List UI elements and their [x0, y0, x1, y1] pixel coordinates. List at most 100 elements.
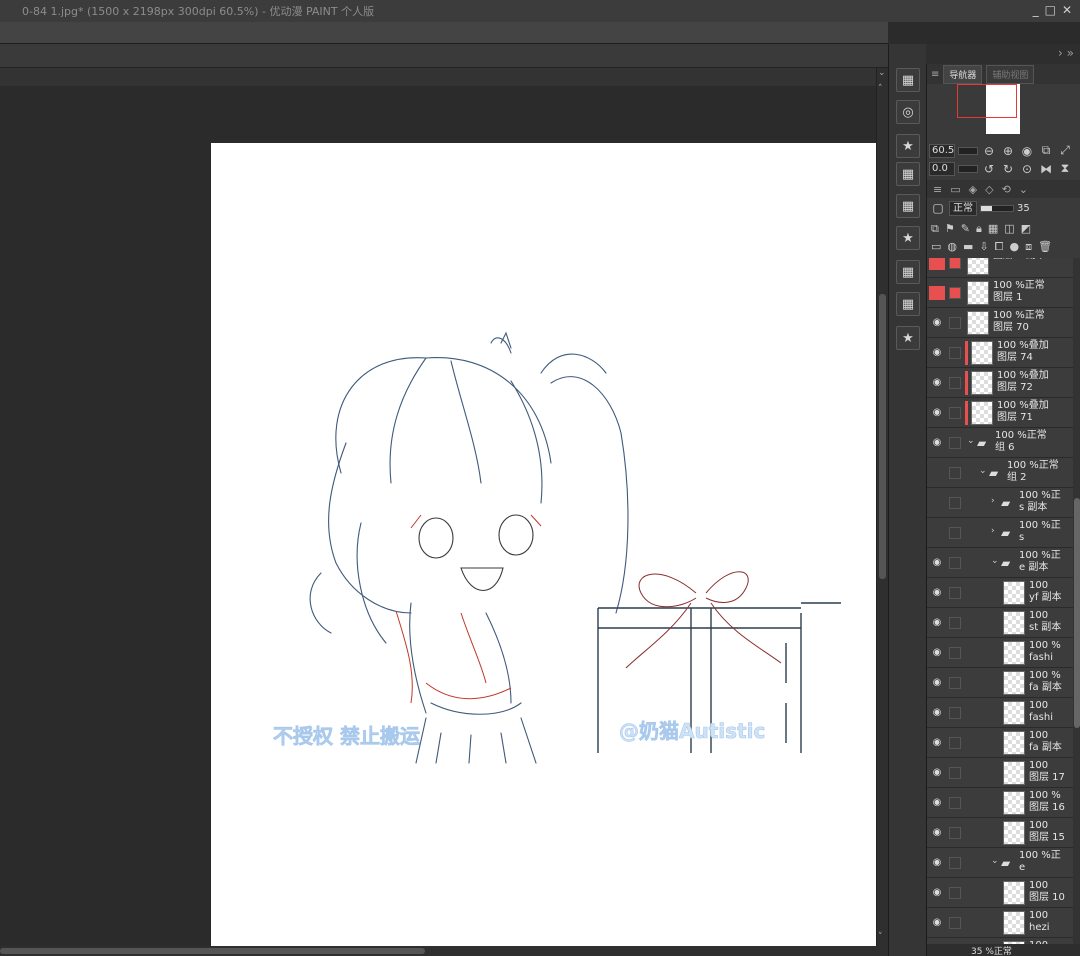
lock-icon[interactable]: 🔒︎ [976, 222, 982, 236]
grid-icon[interactable]: ▦ [896, 194, 920, 218]
visibility-eye-icon[interactable]: ◉ [929, 826, 945, 840]
mask-icon[interactable]: ◫ [1004, 222, 1014, 236]
layer-folder-row[interactable]: ⌄ ▰ 100 %正常组 2 [927, 458, 1073, 488]
layer-row[interactable]: ◉ 100 % fa 副本 [927, 668, 1073, 698]
visibility-eye-icon[interactable]: ◉ [929, 346, 945, 360]
rotate-slider[interactable] [958, 164, 978, 173]
scrollbar-thumb[interactable] [879, 294, 886, 579]
reference-icon[interactable]: ⚑ [945, 222, 955, 236]
visibility-eye-icon[interactable]: ◉ [929, 436, 945, 450]
visibility-eye-icon[interactable]: ◉ [929, 376, 945, 390]
history-tab-icon[interactable]: ⟲ [1002, 183, 1011, 196]
layer-row[interactable]: ◉ 100 %叠加 图层 72 [927, 368, 1073, 398]
layer-row[interactable]: ◉ 100 图层 10 [927, 878, 1073, 908]
ruler-icon[interactable]: ◩ [1021, 222, 1031, 236]
visibility-eye-icon[interactable] [929, 496, 945, 510]
layer-lock-checkbox[interactable] [949, 887, 961, 899]
layer-folder-row[interactable]: › ▰ 100 %正 s 副本 [927, 488, 1073, 518]
visibility-eye-icon[interactable]: ◉ [929, 586, 945, 600]
layer-lock-checkbox[interactable] [949, 767, 961, 779]
chevron-right-icon[interactable]: › [991, 496, 995, 506]
chevron-down-icon[interactable]: ⌄ [979, 466, 987, 476]
layer-lock-checkbox[interactable] [949, 737, 961, 749]
layer-lock-checkbox[interactable] [949, 437, 961, 449]
layer-row[interactable]: 100 %正常 图层 1 [927, 278, 1073, 308]
new-vector-layer-icon[interactable]: ◍ [947, 240, 957, 254]
visibility-eye-icon[interactable]: ◉ [929, 616, 945, 630]
layer-lock-checkbox[interactable] [949, 707, 961, 719]
layer-lock-checkbox[interactable] [949, 857, 961, 869]
grid-icon[interactable]: ▦ [896, 292, 920, 316]
apply-mask-icon[interactable]: ⧈ [1025, 240, 1032, 254]
fit-icon[interactable]: ◉ [1019, 144, 1035, 158]
fit-window-icon[interactable]: ⤢ [1057, 143, 1073, 158]
visibility-eye-icon[interactable]: ◉ [929, 886, 945, 900]
layer-lock-checkbox[interactable] [949, 557, 961, 569]
layer-lock-checkbox[interactable] [949, 377, 961, 389]
layer-row[interactable]: ◉ 100 图层 15 [927, 818, 1073, 848]
close-button[interactable]: ✕ [1062, 3, 1072, 17]
layer-property-tab-icon[interactable]: ▭ [950, 183, 960, 196]
star-icon[interactable]: ★ [896, 326, 920, 350]
canvas-area[interactable]: 不授权 禁止搬运 @奶猫Autistic [0, 86, 876, 946]
visibility-eye-icon[interactable]: ◉ [929, 676, 945, 690]
visibility-eye-icon[interactable]: ◉ [929, 316, 945, 330]
layer-row[interactable]: ◉ 100 %正常 图层 70 [927, 308, 1073, 338]
menu-icon[interactable]: ≡ [933, 183, 942, 196]
zoom-field[interactable]: 60.5 [929, 143, 955, 158]
actual-size-icon[interactable]: ⧉ [1038, 143, 1054, 158]
scroll-up-arrow-icon[interactable]: ˄ [878, 84, 883, 94]
visibility-eye-icon[interactable] [929, 258, 945, 270]
flip-horizontal-icon[interactable]: ⧓ [1038, 162, 1054, 176]
opacity-value[interactable]: 35 [1017, 203, 1030, 214]
layer-lock-checkbox[interactable] [949, 587, 961, 599]
layer-lock-checkbox[interactable] [949, 677, 961, 689]
canvas-vertical-scrollbar[interactable]: ⌄ ˄ ˅ [876, 68, 888, 946]
grid-icon[interactable]: ▦ [896, 162, 920, 186]
layer-row[interactable]: ◉ 100 yf 副本 [927, 578, 1073, 608]
chevron-right-icon[interactable]: › [991, 526, 995, 536]
layer-lock-checkbox[interactable] [949, 827, 961, 839]
rotate-left-icon[interactable]: ↺ [981, 162, 997, 176]
visibility-eye-icon[interactable]: ◉ [929, 646, 945, 660]
zoom-out-icon[interactable]: ⊖ [981, 144, 997, 158]
layer-color-icon[interactable]: ▢ [930, 201, 946, 215]
star-icon[interactable]: ★ [896, 134, 920, 158]
layer-lock-checkbox[interactable] [949, 497, 961, 509]
layer-folder-row[interactable]: ◉ ⌄ ▰ 100 %正常组 6 [927, 428, 1073, 458]
bottom-layer-label[interactable]: 35 %正常 [971, 944, 1012, 956]
layer-lock-checkbox[interactable] [949, 317, 961, 329]
layer-folder-row[interactable]: › ▰ 100 %正 s [927, 518, 1073, 548]
transfer-down-icon[interactable]: ⇩ [979, 240, 988, 254]
grid-icon[interactable]: ▦ [896, 68, 920, 92]
rotate-field[interactable]: 0.0 [929, 161, 955, 176]
chevron-down-icon[interactable]: ⌄ [991, 856, 999, 866]
layer-lock-checkbox[interactable] [949, 527, 961, 539]
visibility-eye-icon[interactable]: ◉ [929, 706, 945, 720]
draft-icon[interactable]: ✎ [961, 222, 970, 236]
layer-row[interactable]: ◉ 100 % 图层 16 [927, 788, 1073, 818]
grid-icon[interactable]: ▦ [896, 260, 920, 284]
visibility-eye-icon[interactable] [929, 466, 945, 480]
layer-list-scrollbar[interactable] [1073, 258, 1080, 944]
layer-row[interactable]: ◉ 100 图层 17 [927, 758, 1073, 788]
clip-icon[interactable]: ⧉ [931, 222, 939, 236]
layer-row[interactable]: ◉ 100st 副本 [927, 608, 1073, 638]
flip-vertical-icon[interactable]: ⧗ [1057, 161, 1073, 176]
tab-navigator[interactable]: 导航器 [943, 64, 983, 84]
layer-row[interactable]: ◉ 100 %叠加 图层 71 [927, 398, 1073, 428]
layer-lock-checkbox[interactable] [949, 617, 961, 629]
layer-lock-checkbox[interactable] [949, 647, 961, 659]
zoom-in-icon[interactable]: ⊕ [1000, 144, 1016, 158]
layer-row[interactable]: ◉ 100 hezi [927, 908, 1073, 938]
layer-row[interactable]: ◉ 100 % fashi [927, 638, 1073, 668]
layer-row[interactable]: 图层 1 副本 [927, 258, 1073, 278]
layer-lock-checkbox[interactable] [949, 287, 961, 299]
blend-mode-select[interactable]: 正常 [949, 200, 977, 216]
canvas-horizontal-scrollbar[interactable] [0, 946, 888, 956]
visibility-eye-icon[interactable] [929, 286, 945, 300]
chevron-down-icon[interactable]: ⌄ [991, 556, 999, 566]
visibility-eye-icon[interactable]: ◉ [929, 556, 945, 570]
visibility-eye-icon[interactable] [929, 526, 945, 540]
menu-icon[interactable]: ≡ [931, 69, 939, 80]
